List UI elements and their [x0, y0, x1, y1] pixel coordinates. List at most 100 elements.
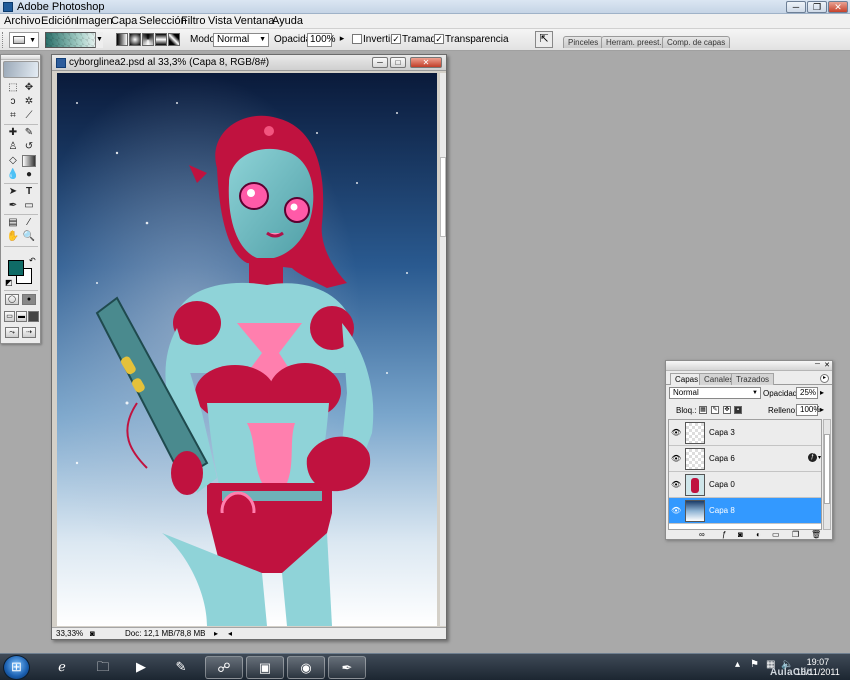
move-tool-icon[interactable]: ✥: [22, 82, 36, 94]
history-brush-tool-icon[interactable]: ↺: [22, 141, 36, 153]
dodge-tool-icon[interactable]: ●: [22, 169, 36, 181]
close-icon[interactable]: ✕: [824, 361, 830, 369]
opacity-input[interactable]: 100%: [307, 33, 336, 47]
gradient-picker-arrow[interactable]: ▼: [95, 32, 103, 48]
tab-trazados[interactable]: Trazados: [731, 373, 775, 385]
linear-gradient-button[interactable]: [116, 33, 128, 46]
menu-ayuda[interactable]: Ayuda: [272, 15, 303, 27]
foreground-color-swatch[interactable]: [8, 260, 24, 276]
tab-comp-capas[interactable]: Comp. de capas: [662, 36, 731, 48]
fill-input[interactable]: 100%: [796, 404, 820, 416]
gradient-tool-icon[interactable]: [22, 155, 36, 167]
minimize-button[interactable]: ─: [786, 1, 806, 13]
tool-preset-picker[interactable]: ▼: [9, 32, 39, 48]
type-tool-icon[interactable]: T: [22, 186, 36, 198]
tray-app-icon[interactable]: ⚑: [750, 659, 759, 670]
scroll-thumb[interactable]: [824, 434, 830, 504]
folder-icon[interactable]: 🗀: [84, 656, 122, 679]
toolbox-header[interactable]: [1, 55, 40, 60]
menu-edicion[interactable]: Edición: [41, 15, 77, 27]
zoom-level[interactable]: 33,33%: [56, 629, 83, 638]
vertical-scrollbar[interactable]: [440, 73, 446, 626]
quick-mask-mode-icon[interactable]: ●: [22, 294, 36, 305]
mode-select[interactable]: Normal ▼: [213, 33, 269, 47]
notes-tool-icon[interactable]: ▤: [6, 217, 20, 229]
lock-position-icon[interactable]: ✥: [723, 406, 731, 414]
expand-effects-icon[interactable]: ▾: [818, 454, 821, 461]
network-app-icon[interactable]: ☍: [205, 656, 243, 679]
angle-gradient-button[interactable]: [142, 33, 154, 46]
scroll-left-arrow-icon[interactable]: ◂: [228, 629, 232, 638]
marquee-tool-icon[interactable]: ⬚: [6, 82, 20, 94]
menu-filtro[interactable]: Filtro: [181, 15, 205, 27]
healing-brush-tool-icon[interactable]: ✚: [6, 127, 20, 139]
adjustment-layer-icon[interactable]: ◐: [756, 530, 761, 539]
tab-herram-preest[interactable]: Herram. preest.: [601, 36, 667, 48]
options-grip[interactable]: [2, 32, 5, 48]
palette-well-toggle-icon[interactable]: ⇱: [535, 31, 553, 48]
link-layers-icon[interactable]: ∞: [699, 530, 705, 539]
eyedropper-tool-icon[interactable]: ⁄: [22, 217, 36, 229]
magic-wand-tool-icon[interactable]: ✲: [22, 96, 36, 108]
layer-mask-icon[interactable]: ◙: [738, 530, 743, 539]
lock-transparency-icon[interactable]: ▦: [699, 406, 707, 414]
minimize-icon[interactable]: ─: [815, 361, 820, 368]
doc-minimize-button[interactable]: ─: [372, 57, 388, 68]
default-colors-icon[interactable]: ◩: [5, 278, 13, 287]
close-button[interactable]: ✕: [828, 1, 848, 13]
canvas-artwork[interactable]: [57, 73, 437, 626]
layer-row-capa-6[interactable]: 👁 Capa 6 ƒ ▾: [669, 446, 821, 472]
layer-effects-icon[interactable]: ƒ: [808, 453, 817, 462]
menu-ventana[interactable]: Ventana: [234, 15, 274, 27]
standard-mode-icon[interactable]: ◯: [5, 294, 19, 305]
swap-colors-icon[interactable]: ↶: [29, 256, 36, 265]
media-player-icon[interactable]: ▶: [122, 656, 160, 679]
internet-explorer-icon[interactable]: ℯ: [43, 656, 81, 679]
eraser-tool-icon[interactable]: ◇: [6, 155, 20, 167]
shape-tool-icon[interactable]: ▭: [22, 200, 36, 212]
lock-all-icon[interactable]: ▪: [734, 406, 742, 414]
eye-icon[interactable]: 👁: [671, 480, 681, 489]
layer-row-capa-8[interactable]: 👁 Capa 8: [669, 498, 821, 524]
paint-icon[interactable]: ✎: [162, 656, 200, 679]
fill-slider-arrow-icon[interactable]: ▸: [820, 405, 824, 414]
imageready-icon[interactable]: ⤳: [5, 327, 19, 338]
clone-stamp-tool-icon[interactable]: ♙: [6, 141, 20, 153]
hand-tool-icon[interactable]: ✋: [6, 231, 20, 243]
palette-menu-icon[interactable]: ▸: [820, 374, 829, 383]
layer-row-capa-0[interactable]: 👁 Capa 0: [669, 472, 821, 498]
jump-to-imageready-icon[interactable]: ⇢: [22, 327, 36, 338]
layer-opacity-input[interactable]: 25%: [796, 387, 818, 399]
eye-icon[interactable]: 👁: [671, 428, 681, 437]
trash-icon[interactable]: 🗑: [811, 530, 821, 539]
new-group-icon[interactable]: ▭: [772, 530, 780, 539]
chrome-icon[interactable]: ◉: [287, 656, 325, 679]
menu-vista[interactable]: Vista: [208, 15, 232, 27]
new-layer-icon[interactable]: ❐: [792, 530, 799, 539]
blend-mode-select[interactable]: Normal ▼: [669, 387, 761, 399]
transparency-checkbox[interactable]: ✓: [434, 34, 444, 44]
screen-capture-icon[interactable]: ▣: [246, 656, 284, 679]
layers-scrollbar[interactable]: [823, 419, 831, 530]
invert-checkbox[interactable]: [352, 34, 362, 44]
status-options-icon[interactable]: ◙: [90, 629, 95, 638]
layers-palette-header[interactable]: ─ ✕: [666, 361, 832, 371]
radial-gradient-button[interactable]: [129, 33, 141, 46]
reflected-gradient-button[interactable]: [155, 33, 167, 46]
opacity-slider-arrow-icon[interactable]: ▸: [820, 388, 824, 397]
lock-image-icon[interactable]: ✎: [711, 406, 719, 414]
menu-imagen[interactable]: Imagen: [76, 15, 113, 27]
photoshop-task-icon[interactable]: ✒: [328, 656, 366, 679]
zoom-tool-icon[interactable]: 🔍: [22, 231, 36, 243]
opacity-slider-arrow[interactable]: ▸: [339, 34, 345, 44]
eye-icon[interactable]: 👁: [671, 506, 681, 515]
status-menu-arrow-icon[interactable]: ▸: [214, 629, 218, 638]
pen-tool-icon[interactable]: ✒: [6, 200, 20, 212]
doc-close-button[interactable]: ✕: [410, 57, 442, 68]
layer-row-capa-3[interactable]: 👁 Capa 3: [669, 420, 821, 446]
screen-mode-standard-icon[interactable]: ▭: [4, 311, 15, 322]
menu-capa[interactable]: Capa: [111, 15, 137, 27]
tray-arrow-icon[interactable]: ▴: [735, 659, 740, 670]
dither-checkbox[interactable]: ✓: [391, 34, 401, 44]
doc-maximize-button[interactable]: □: [390, 57, 406, 68]
